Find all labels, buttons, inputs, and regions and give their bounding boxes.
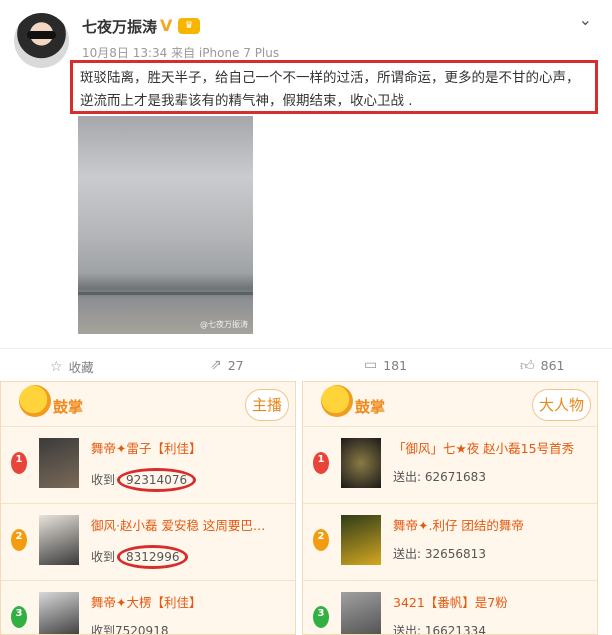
image-horizon bbox=[78, 292, 253, 295]
panel-header: 鼓掌 大人物 bbox=[303, 382, 597, 427]
user-thumbnail[interactable] bbox=[341, 515, 381, 565]
rank-name[interactable]: 御风·赵小磊 爱安稳 这周要巴… bbox=[91, 515, 265, 534]
comment-icon: ▭ bbox=[364, 357, 378, 373]
rank-name[interactable]: 舞帝✦大楞【利佳】 bbox=[91, 592, 201, 611]
rank-row[interactable]: 3 舞帝✦大楞【利佳】 收到7520918 bbox=[1, 582, 295, 635]
stat-label: 收到 bbox=[91, 624, 116, 635]
panel-tag-anchor[interactable]: 主播 bbox=[244, 389, 289, 421]
panel-title: 鼓掌 bbox=[355, 398, 386, 416]
favorite-button[interactable]: ☆ 收藏 bbox=[50, 357, 94, 376]
rank-row[interactable]: 1 舞帝✦雷子【利佳】 收到 92314076 bbox=[1, 428, 295, 504]
anchor-rank-panel: 鼓掌 主播 1 舞帝✦雷子【利佳】 收到 92314076 2 御风·赵小磊 爱安… bbox=[0, 381, 296, 635]
stat-value: 16621334 bbox=[424, 624, 486, 635]
rank-badge-2: 2 bbox=[313, 529, 329, 551]
vip-rank-panel: 鼓掌 大人物 1 「御风」七★夜 赵小磊15号首秀 送出: 62671683 2… bbox=[302, 381, 598, 635]
user-thumbnail[interactable] bbox=[39, 515, 79, 565]
image-watermark: @七夜万振涛 bbox=[200, 320, 248, 329]
rank-badge-3: 3 bbox=[11, 606, 27, 628]
stat-label: 送出: bbox=[393, 547, 422, 561]
stat-value: 62671683 bbox=[424, 470, 486, 484]
rank-name[interactable]: 舞帝✦.利仔 团结的舞帝 bbox=[393, 515, 524, 534]
user-avatar[interactable] bbox=[14, 13, 69, 68]
stat-label: 送出: bbox=[393, 470, 422, 484]
rank-row[interactable]: 2 御风·赵小磊 爱安稳 这周要巴… 收到 8312996 bbox=[1, 505, 295, 581]
rank-name[interactable]: 3421【番帆】是7粉 bbox=[393, 592, 508, 611]
stat-label: 收到 bbox=[91, 550, 116, 564]
panel-title: 鼓掌 bbox=[53, 398, 84, 416]
user-name[interactable]: 七夜万振涛 bbox=[82, 16, 157, 37]
user-thumbnail[interactable] bbox=[341, 592, 381, 634]
user-thumbnail[interactable] bbox=[39, 438, 79, 488]
user-thumbnail[interactable] bbox=[341, 438, 381, 488]
stat-value: 32656813 bbox=[424, 547, 486, 561]
favorite-label: 收藏 bbox=[68, 360, 94, 375]
rank-badge-1: 1 bbox=[11, 452, 27, 474]
clap-icon bbox=[19, 385, 51, 417]
like-button[interactable]: 👍︎ 861 bbox=[520, 357, 565, 374]
rank-row[interactable]: 1 「御风」七★夜 赵小磊15号首秀 送出: 62671683 bbox=[303, 428, 597, 504]
user-thumbnail[interactable] bbox=[39, 592, 79, 634]
rank-stat: 送出: 16621334 bbox=[393, 622, 486, 635]
avatar-sunglasses bbox=[27, 31, 56, 39]
share-icon: ⇗ bbox=[210, 357, 222, 373]
share-button[interactable]: ⇗ 27 bbox=[210, 357, 244, 373]
action-bar: ☆ 收藏 ⇗ 27 ▭ 181 👍︎ 861 bbox=[0, 348, 612, 380]
comment-button[interactable]: ▭ 181 bbox=[364, 357, 407, 373]
rank-badge-1: 1 bbox=[313, 452, 329, 474]
rank-badge-2: 2 bbox=[11, 529, 27, 551]
rank-stat: 收到 92314076 bbox=[91, 468, 197, 492]
stat-value: 92314076 bbox=[117, 468, 197, 492]
post-meta: 10月8日 13:34 来自 iPhone 7 Plus bbox=[82, 46, 280, 60]
share-count: 27 bbox=[227, 357, 244, 373]
post-text: 斑驳陆离，胜天半子，给自己一个不一样的过活，所谓命运，更多的是不甘的心声，逆流而… bbox=[70, 60, 598, 114]
chevron-down-icon[interactable]: ⌄ bbox=[579, 10, 592, 29]
like-count: 861 bbox=[540, 358, 565, 373]
comment-count: 181 bbox=[383, 357, 408, 373]
rank-row[interactable]: 2 舞帝✦.利仔 团结的舞帝 送出: 32656813 bbox=[303, 505, 597, 581]
stat-value: 7520918 bbox=[115, 624, 169, 635]
stat-label: 收到 bbox=[91, 473, 116, 487]
rank-stat: 收到7520918 bbox=[91, 622, 169, 635]
clap-icon bbox=[321, 385, 353, 417]
panel-tag-vip[interactable]: 大人物 bbox=[531, 389, 591, 421]
rank-badge-3: 3 bbox=[313, 606, 329, 628]
level-badge-icon: ♛ bbox=[178, 18, 200, 34]
post-image[interactable]: @七夜万振涛 bbox=[78, 116, 253, 334]
stat-value: 8312996 bbox=[117, 545, 189, 569]
vip-badge-icon: V bbox=[160, 16, 173, 35]
rank-name[interactable]: 舞帝✦雷子【利佳】 bbox=[91, 438, 201, 457]
rank-stat: 送出: 32656813 bbox=[393, 545, 486, 562]
star-icon: ☆ bbox=[50, 358, 63, 375]
panel-header: 鼓掌 主播 bbox=[1, 382, 295, 427]
rank-name[interactable]: 「御风」七★夜 赵小磊15号首秀 bbox=[393, 438, 574, 457]
stat-label: 送出: bbox=[393, 624, 422, 635]
rank-stat: 送出: 62671683 bbox=[393, 468, 486, 485]
thumbs-up-icon: 👍︎ bbox=[520, 358, 535, 374]
rank-row[interactable]: 3 3421【番帆】是7粉 送出: 16621334 bbox=[303, 582, 597, 635]
rank-stat: 收到 8312996 bbox=[91, 545, 189, 569]
